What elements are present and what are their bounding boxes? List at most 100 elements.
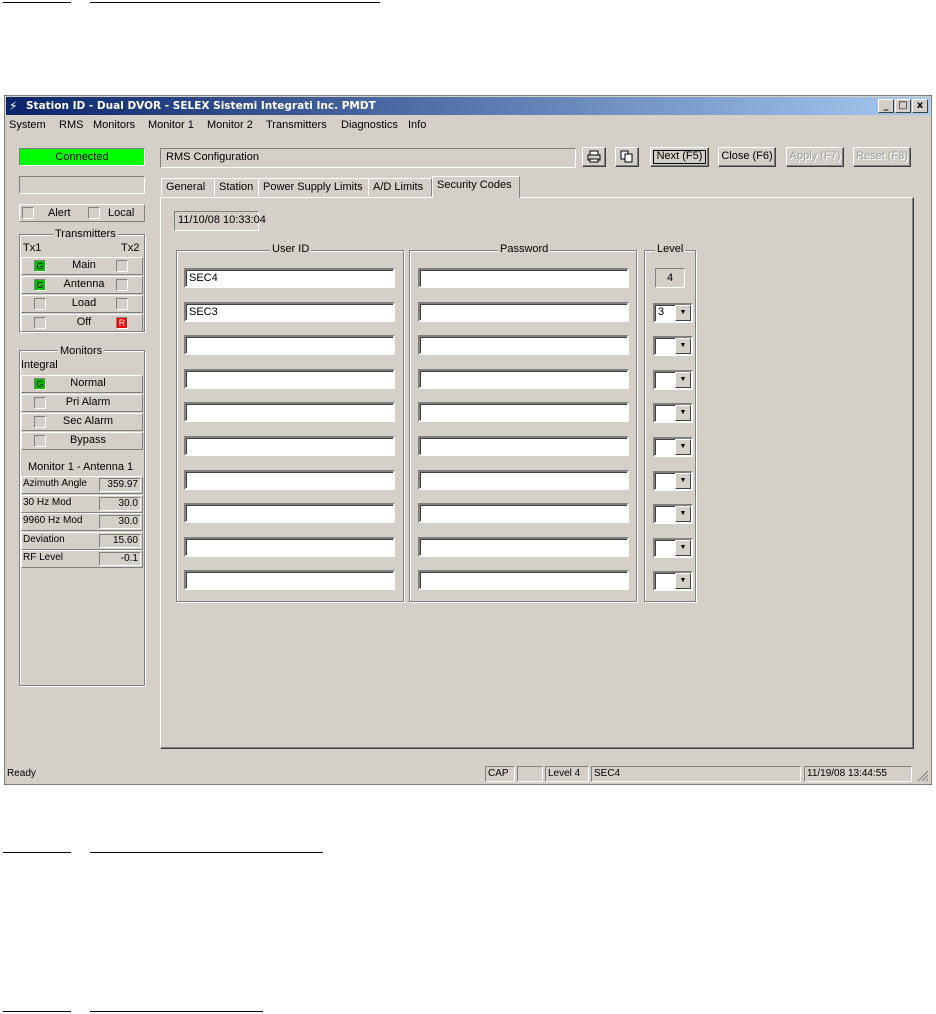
menu-rms[interactable]: RMS <box>59 119 83 131</box>
menu-monitors[interactable]: Monitors <box>93 119 135 131</box>
level-select[interactable]: 3 ▼ <box>653 302 693 323</box>
reset-button[interactable]: Reset (F8) <box>853 147 911 167</box>
minimize-button[interactable]: _ <box>878 99 894 113</box>
tx2-indicator <box>116 279 128 291</box>
user-id-field[interactable] <box>184 536 395 557</box>
local-label: Local <box>108 207 135 219</box>
printer-icon <box>587 150 601 163</box>
password-field[interactable] <box>418 469 629 490</box>
measurement-label: 30 Hz Mod <box>23 496 72 508</box>
password-field[interactable] <box>418 402 629 423</box>
close-window-button[interactable]: x <box>912 99 928 113</box>
user-id-field[interactable] <box>184 402 395 423</box>
tx1-header: Tx1 <box>23 242 42 254</box>
password-field[interactable] <box>418 570 629 591</box>
tx2-indicator: R <box>116 317 128 329</box>
tx1-indicator <box>34 317 46 329</box>
password-field[interactable] <box>418 368 629 389</box>
monitors-title: Monitors <box>58 345 105 357</box>
menu-monitor-1[interactable]: Monitor 1 <box>148 119 194 131</box>
password-title: Password <box>498 243 551 255</box>
app-icon[interactable]: ⚡ <box>9 99 23 113</box>
chevron-down-icon[interactable]: ▼ <box>675 506 691 523</box>
document-underline <box>3 1011 71 1012</box>
chevron-down-icon[interactable]: ▼ <box>675 405 691 422</box>
chevron-down-icon[interactable]: ▼ <box>675 304 691 321</box>
measurement-value: 30.0 <box>99 496 141 511</box>
integral-label: Integral <box>21 359 58 371</box>
chevron-down-icon[interactable]: ▼ <box>675 338 691 355</box>
window-title: Station ID - Dual DVOR - SELEX Sistemi I… <box>26 100 376 112</box>
tab-station[interactable]: Station <box>214 178 259 196</box>
status-level: Level 4 <box>545 766 589 782</box>
tab-ad-limits[interactable]: A/D Limits <box>368 178 432 196</box>
menu-system[interactable]: System <box>9 119 46 131</box>
measurement-label: Deviation <box>23 533 65 545</box>
tx1-indicator: G <box>34 279 46 291</box>
chevron-down-icon[interactable]: ▼ <box>675 573 691 590</box>
level-title: Level <box>655 243 686 255</box>
measurement-label: RF Level <box>23 552 64 563</box>
monitor-status-label: Bypass <box>69 434 107 446</box>
transmitter-row-label: Antenna <box>63 278 105 290</box>
document-underline <box>90 2 380 3</box>
status-text: Ready <box>7 768 36 779</box>
chevron-down-icon[interactable]: ▼ <box>675 439 691 455</box>
user-id-field[interactable] <box>184 368 395 389</box>
close-button[interactable]: Close (F6) <box>718 147 776 167</box>
tab-security-codes[interactable]: Security Codes <box>432 176 520 198</box>
measurement-value: 359.97 <box>99 478 141 492</box>
password-field[interactable] <box>418 503 629 524</box>
tab-power-supply-limits[interactable]: Power Supply Limits <box>258 178 369 196</box>
document-underline <box>90 1011 263 1012</box>
password-field[interactable] <box>418 536 629 557</box>
alert-label: Alert <box>48 207 71 219</box>
status-datetime: 11/19/08 13:44:55 <box>804 766 912 782</box>
password-field[interactable] <box>418 268 629 288</box>
level-select[interactable]: ▼ <box>653 403 693 424</box>
print-button[interactable] <box>582 147 606 167</box>
measurement-label: 9960 Hz Mod <box>23 515 83 526</box>
tx1-indicator: G <box>34 260 46 272</box>
menu-info[interactable]: Info <box>408 119 426 131</box>
password-field[interactable] <box>418 335 629 356</box>
level-select[interactable]: ▼ <box>653 571 693 592</box>
timestamp: 11/10/08 10:33:04 <box>178 214 266 226</box>
user-id-field[interactable] <box>184 503 395 524</box>
level-select[interactable]: ▼ <box>653 336 693 357</box>
level-select[interactable]: ▼ <box>653 369 693 390</box>
menu-transmitters[interactable]: Transmitters <box>266 119 327 131</box>
document-underline <box>3 2 71 3</box>
password-field[interactable] <box>418 301 629 322</box>
tab-general[interactable]: General <box>161 178 215 196</box>
menu-monitor-2[interactable]: Monitor 2 <box>207 119 253 131</box>
user-id-field[interactable] <box>184 469 395 490</box>
user-id-field[interactable]: SEC3 <box>184 301 395 322</box>
chevron-down-icon[interactable]: ▼ <box>675 371 691 388</box>
measurement-value: 30.0 <box>99 515 141 529</box>
monitor-status-label: Sec Alarm <box>62 415 114 427</box>
user-id-field[interactable] <box>184 570 395 591</box>
level-select[interactable]: ▼ <box>653 437 693 457</box>
title-bar[interactable]: ⚡ Station ID - Dual DVOR - SELEX Sistemi… <box>6 97 930 115</box>
level-select[interactable]: ▼ <box>653 537 693 558</box>
copy-icon <box>620 150 633 163</box>
user-id-field[interactable] <box>184 436 395 456</box>
chevron-down-icon[interactable]: ▼ <box>675 472 691 489</box>
level-select[interactable]: ▼ <box>653 504 693 525</box>
tx1-indicator <box>34 298 46 310</box>
document-underline <box>3 852 71 853</box>
maximize-button[interactable]: □ <box>895 99 911 113</box>
password-field[interactable] <box>418 436 629 456</box>
level-select[interactable]: ▼ <box>653 470 693 491</box>
monitor-indicator <box>34 416 46 428</box>
monitor-indicator <box>34 397 46 409</box>
menu-diagnostics[interactable]: Diagnostics <box>341 119 398 131</box>
copy-button[interactable] <box>615 147 639 167</box>
user-id-field[interactable] <box>184 335 395 356</box>
chevron-down-icon[interactable]: ▼ <box>675 539 691 556</box>
resize-grip-icon[interactable] <box>917 770 929 782</box>
next-button[interactable]: Next (F5) <box>650 147 709 167</box>
apply-button[interactable]: Apply (F7) <box>786 147 844 167</box>
user-id-field[interactable]: SEC4 <box>184 268 395 288</box>
